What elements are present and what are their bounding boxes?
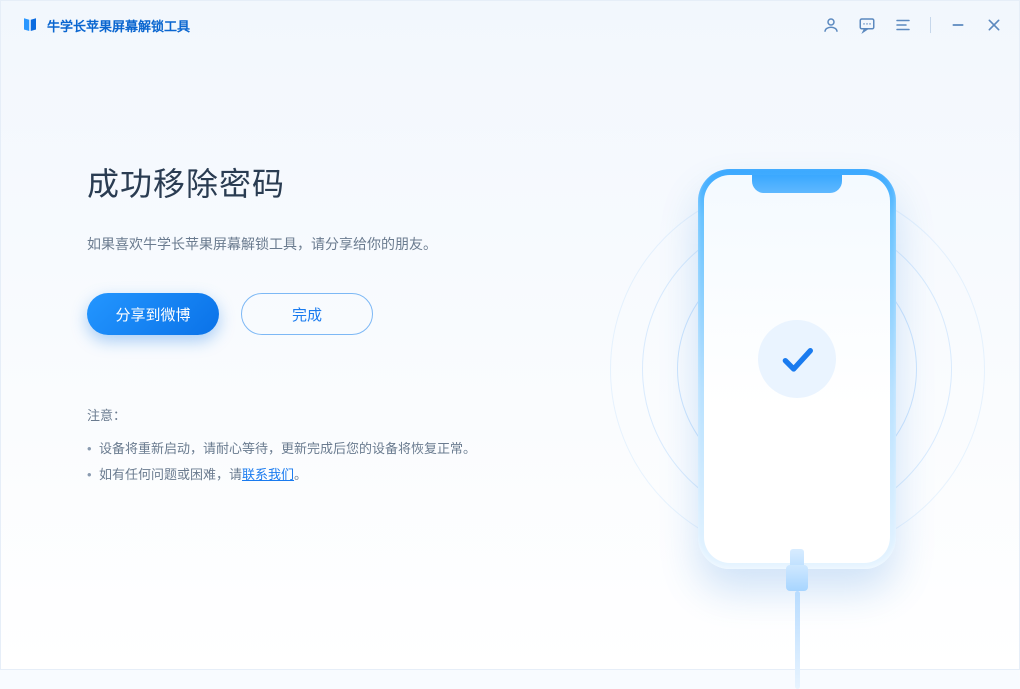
done-button[interactable]: 完成 xyxy=(241,293,373,335)
close-icon[interactable] xyxy=(985,16,1003,34)
success-heading: 成功移除密码 xyxy=(87,159,567,205)
note-item-2-prefix: 如有任何问题或困难，请 xyxy=(99,467,242,482)
titlebar-left: 牛学长苹果屏幕解锁工具 xyxy=(21,16,190,35)
button-row: 分享到微博 完成 xyxy=(87,293,567,335)
cable-icon xyxy=(788,549,806,689)
checkmark-icon xyxy=(758,320,836,398)
left-panel: 成功移除密码 如果喜欢牛学长苹果屏幕解锁工具，请分享给你的朋友。 分享到微博 完… xyxy=(87,119,567,669)
note-item-2-suffix: 。 xyxy=(294,467,307,482)
menu-icon[interactable] xyxy=(894,16,912,34)
notes-list: 设备将重新启动，请耐心等待，更新完成后您的设备将恢复正常。 如有任何问题或困难，… xyxy=(87,436,567,488)
feedback-icon[interactable] xyxy=(858,16,876,34)
notes-section: 注意： 设备将重新启动，请耐心等待，更新完成后您的设备将恢复正常。 如有任何问题… xyxy=(87,405,567,488)
phone-illustration xyxy=(607,129,987,609)
notes-title: 注意： xyxy=(87,405,567,424)
minimize-icon[interactable] xyxy=(949,16,967,34)
right-panel xyxy=(607,119,987,669)
share-button[interactable]: 分享到微博 xyxy=(87,293,219,335)
app-logo-icon xyxy=(21,16,39,34)
phone-notch xyxy=(752,175,842,193)
titlebar-right xyxy=(822,16,1003,34)
note-item-1: 设备将重新启动，请耐心等待，更新完成后您的设备将恢复正常。 xyxy=(87,436,567,462)
titlebar: 牛学长苹果屏幕解锁工具 xyxy=(1,1,1019,49)
content-area: 成功移除密码 如果喜欢牛学长苹果屏幕解锁工具，请分享给你的朋友。 分享到微博 完… xyxy=(1,49,1019,669)
user-icon[interactable] xyxy=(822,16,840,34)
titlebar-separator xyxy=(930,17,931,33)
success-subtext: 如果喜欢牛学长苹果屏幕解锁工具，请分享给你的朋友。 xyxy=(87,233,567,255)
contact-us-link[interactable]: 联系我们 xyxy=(242,467,294,482)
phone-frame xyxy=(698,169,896,569)
note-item-2: 如有任何问题或困难，请联系我们。 xyxy=(87,462,567,488)
phone-screen xyxy=(704,175,890,563)
app-title: 牛学长苹果屏幕解锁工具 xyxy=(47,16,190,35)
app-window: 牛学长苹果屏幕解锁工具 xyxy=(0,0,1020,670)
